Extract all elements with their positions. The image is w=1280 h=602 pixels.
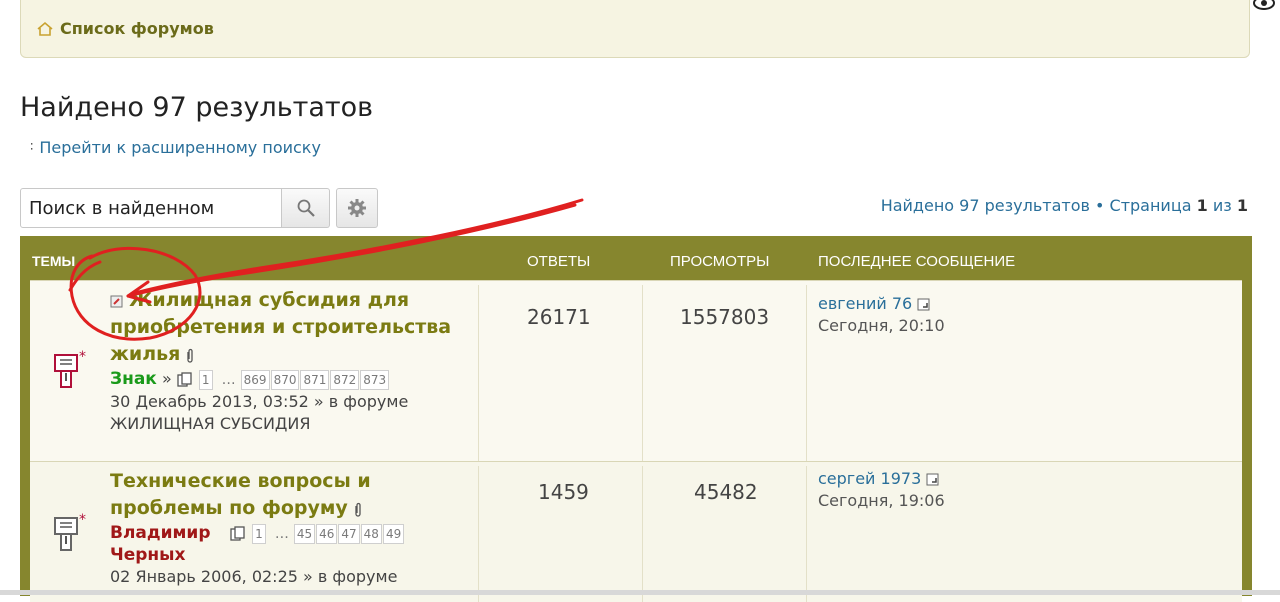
current-page: 1 xyxy=(1196,196,1208,215)
forum-link[interactable]: ЖИЛИЩНАЯ СУБСИДИЯ xyxy=(110,414,311,433)
column-divider xyxy=(478,285,479,461)
svg-text:*: * xyxy=(79,349,86,365)
advanced-search-button[interactable] xyxy=(336,188,378,228)
advanced-search-label: Перейти к расширенному поиску xyxy=(39,138,321,157)
view-latest-post-icon[interactable] xyxy=(917,298,931,312)
table-header: ТЕМЫ ОТВЕТЫ ПРОСМОТРЫ ПОСЛЕДНЕЕ СООБЩЕНИ… xyxy=(30,236,1242,280)
view-latest-post-icon[interactable] xyxy=(926,473,940,487)
in-forum-text: » в форуме xyxy=(303,567,398,586)
eye-icon[interactable] xyxy=(1252,0,1276,12)
of-text: из xyxy=(1212,196,1232,215)
search-input[interactable] xyxy=(20,188,282,228)
page-link[interactable]: 873 xyxy=(360,369,390,390)
back-icon: ∶ xyxy=(30,140,34,155)
last-post-author[interactable]: евгений 76 xyxy=(818,294,912,313)
results-count-text: Найдено 97 результатов • Страница xyxy=(880,196,1192,215)
sticky-topic-icon: * xyxy=(54,512,86,551)
col-topics: ТЕМЫ xyxy=(32,253,76,269)
table-row: * Жилищная субсидия для приобретения и с… xyxy=(30,280,1242,461)
sticky-topic-icon: * xyxy=(54,349,86,388)
topic-date: 02 Январь 2006, 02:25 xyxy=(110,567,298,586)
results-table: ТЕМЫ ОТВЕТЫ ПРОСМОТРЫ ПОСЛЕДНЕЕ СООБЩЕНИ… xyxy=(20,236,1252,602)
col-views: ПРОСМОТРЫ xyxy=(670,253,770,270)
topic-info: Жилищная субсидия для приобретения и стр… xyxy=(110,287,478,435)
column-divider xyxy=(478,466,479,602)
views-count: 45482 xyxy=(694,480,758,504)
attachment-icon xyxy=(187,348,194,363)
column-divider xyxy=(806,285,807,461)
pages-icon xyxy=(230,525,245,541)
page-link[interactable]: 47 xyxy=(338,523,360,544)
page-link[interactable]: 872 xyxy=(330,369,360,390)
attachment-icon xyxy=(355,502,361,517)
unread-post-icon[interactable] xyxy=(110,295,124,309)
forum-navbar: Список форумов xyxy=(20,0,1250,58)
pages-ellipsis: … xyxy=(221,372,236,388)
last-post-author[interactable]: сергей 1973 xyxy=(818,469,921,488)
replies-count: 26171 xyxy=(527,305,591,329)
pagination-info: Найдено 97 результатов • Страница 1 из 1 xyxy=(881,196,1248,215)
topic-author[interactable]: Знак xyxy=(110,369,157,389)
page-title: Найдено 97 результатов xyxy=(20,92,374,123)
last-post: евгений 76 Сегодня, 20:10 xyxy=(818,293,945,337)
last-post-time: Сегодня, 20:10 xyxy=(818,316,945,335)
column-divider xyxy=(806,466,807,602)
page-link[interactable]: 49 xyxy=(382,523,405,544)
last-post: сергей 1973 Сегодня, 19:06 xyxy=(818,468,945,512)
topic-title-link[interactable]: Технические вопросы и проблемы по форуму xyxy=(110,470,371,519)
author-sep: » xyxy=(161,369,172,388)
topic-author[interactable]: Владимир Черных xyxy=(110,522,230,566)
gear-icon xyxy=(348,199,366,217)
search-button[interactable] xyxy=(282,188,330,228)
page-link[interactable]: 48 xyxy=(360,523,382,544)
replies-count: 1459 xyxy=(538,480,589,504)
home-icon xyxy=(37,21,53,36)
col-last-post: ПОСЛЕДНЕЕ СООБЩЕНИЕ xyxy=(818,253,1016,270)
pages-ellipsis: … xyxy=(274,526,289,542)
views-count: 1557803 xyxy=(680,305,770,329)
advanced-search-link[interactable]: ∶ Перейти к расширенному поиску xyxy=(30,138,321,157)
pages-icon xyxy=(177,371,192,387)
page-link[interactable]: 869 xyxy=(240,369,270,390)
total-pages: 1 xyxy=(1236,196,1248,215)
forum-index-label: Список форумов xyxy=(60,19,214,38)
column-divider xyxy=(642,285,643,461)
page-link[interactable]: 1 xyxy=(252,523,266,544)
window-bottom-edge xyxy=(0,590,1280,595)
search-icon xyxy=(297,199,315,217)
topic-date: 30 Декабрь 2013, 03:52 xyxy=(110,392,309,411)
column-divider xyxy=(642,466,643,602)
page-link[interactable]: 1 xyxy=(198,369,213,390)
page-link[interactable]: 870 xyxy=(270,369,300,390)
topic-info: Технические вопросы и проблемы по форуму… xyxy=(110,468,478,588)
page-link[interactable]: 871 xyxy=(300,369,330,390)
search-within-results xyxy=(20,188,378,228)
page-link[interactable]: 45 xyxy=(293,523,316,544)
svg-text:*: * xyxy=(79,512,86,528)
in-forum-text: » в форуме xyxy=(313,392,409,411)
col-replies: ОТВЕТЫ xyxy=(527,253,591,270)
topic-title-link[interactable]: Жилищная субсидия для приобретения и стр… xyxy=(110,289,451,365)
forum-index-link[interactable]: Список форумов xyxy=(36,19,214,38)
page-link[interactable]: 46 xyxy=(316,523,338,544)
table-row: * Технические вопросы и проблемы по фору… xyxy=(30,461,1242,602)
last-post-time: Сегодня, 19:06 xyxy=(818,491,945,510)
